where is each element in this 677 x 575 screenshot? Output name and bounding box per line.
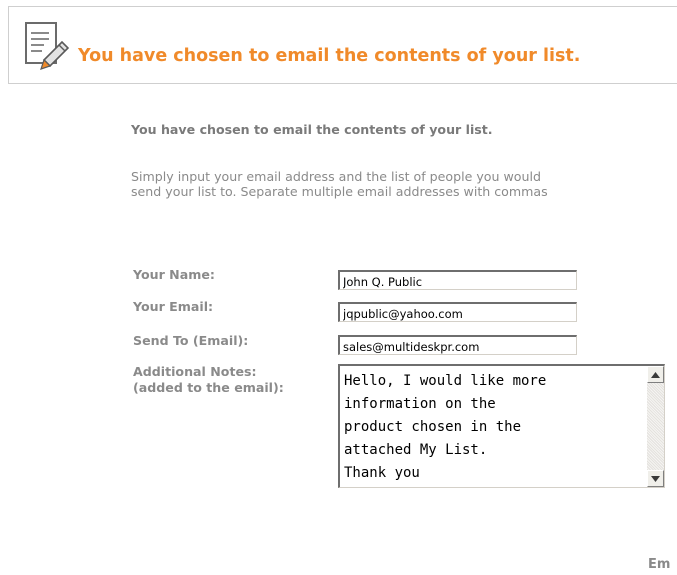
page-title: You have chosen to email the contents of… — [78, 46, 581, 66]
your-email-label: Your Email: — [133, 299, 214, 314]
your-name-label: Your Name: — [133, 267, 215, 282]
your-name-input[interactable] — [338, 270, 577, 290]
notes-label-line: (added to the email): — [133, 380, 284, 395]
email-button-partial[interactable]: Em — [648, 557, 670, 572]
arrow-down-icon — [651, 475, 660, 482]
your-email-input[interactable] — [338, 302, 577, 322]
send-to-label: Send To (Email): — [133, 333, 249, 348]
notes-label-line: Additional Notes: — [133, 364, 257, 379]
scroll-up-button[interactable] — [647, 366, 664, 383]
header-panel — [8, 6, 677, 84]
additional-notes-label: Additional Notes: (added to the email): — [133, 364, 284, 396]
notes-text[interactable]: Hello, I would like more information on … — [344, 370, 628, 485]
arrow-up-icon — [651, 371, 660, 378]
intro-line: Simply input your email address and the … — [131, 169, 541, 184]
send-to-input[interactable] — [338, 335, 577, 355]
intro-instructions: Simply input your email address and the … — [131, 169, 548, 199]
scroll-down-button[interactable] — [647, 470, 664, 487]
intro-heading: You have chosen to email the contents of… — [131, 122, 493, 137]
intro-line: send your list to. Separate multiple ema… — [131, 184, 548, 199]
additional-notes-textarea[interactable]: Hello, I would like more information on … — [338, 364, 665, 488]
note-pencil-icon — [25, 22, 70, 70]
notes-scrollbar[interactable] — [647, 366, 664, 487]
